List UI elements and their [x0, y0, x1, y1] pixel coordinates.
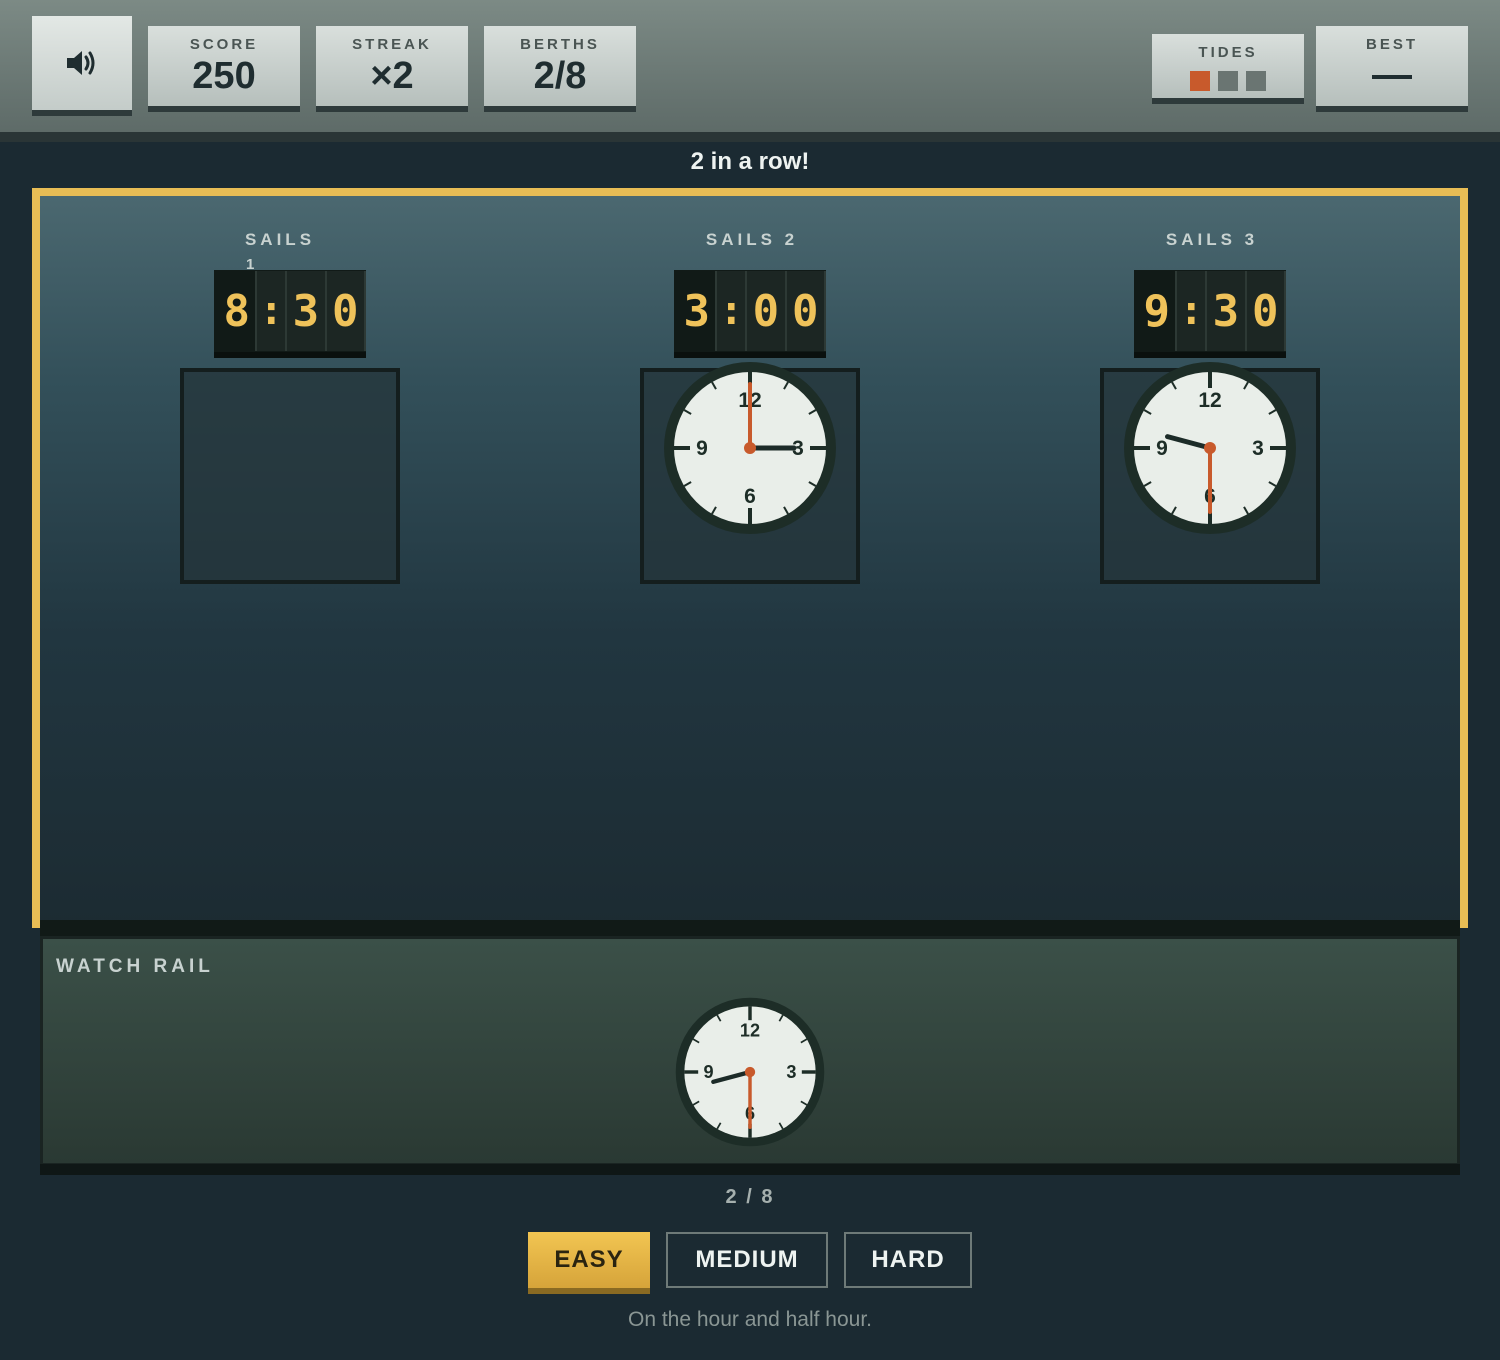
draggable-clock[interactable]: 12369 — [674, 996, 826, 1148]
speaker-icon — [67, 51, 95, 75]
time-digit: 9 — [1138, 271, 1178, 351]
clock-numeral: 3 — [1252, 437, 1264, 460]
time-digit: 3 — [678, 271, 718, 351]
berths-label: BERTHS — [520, 36, 600, 53]
berth-slot-1[interactable] — [180, 368, 400, 584]
berths-panel: BERTHS 2/8 — [484, 26, 636, 112]
clock-numeral: 9 — [696, 437, 708, 460]
difficulty-hint: On the hour and half hour. — [627, 1308, 872, 1331]
time-digit: 8 — [218, 271, 258, 351]
berth-number: 2 — [784, 230, 795, 249]
docked-clock-2[interactable]: 12369 — [662, 360, 838, 536]
clock-numeral: 9 — [703, 1062, 713, 1082]
score-panel: SCORE 250 — [148, 26, 300, 112]
clock-numeral: 3 — [786, 1062, 796, 1082]
berths-value: 2/8 — [533, 55, 587, 97]
harbor-floor — [40, 920, 1460, 936]
time-digit: 0 — [1246, 271, 1287, 351]
berth-title-text: SAILS — [244, 230, 316, 249]
time-colon: : — [717, 271, 748, 351]
clock-numeral: 12 — [740, 1021, 760, 1041]
berth-time-display-3: 9 : 3 0 — [1134, 270, 1287, 358]
watch-rail-floor — [40, 1164, 1460, 1175]
docked-clock-3[interactable]: 12369 — [1122, 360, 1298, 536]
tide-marker-used — [1190, 71, 1210, 91]
best-label: BEST — [1365, 36, 1418, 53]
berth-title-2: SAILS 2 — [650, 230, 850, 250]
time-digit: 0 — [786, 271, 827, 351]
score-value: 250 — [192, 55, 256, 97]
berth-title-1: SAILS — [180, 230, 380, 250]
difficulty-hard-button[interactable]: HARD — [844, 1232, 972, 1288]
time-digit: 0 — [747, 271, 787, 351]
time-digit: 0 — [326, 271, 367, 351]
progress-counter: 2 / 8 — [725, 1186, 775, 1208]
clock-numeral: 6 — [744, 485, 756, 508]
clock-pivot — [744, 442, 756, 454]
time-digit: 3 — [1207, 271, 1247, 351]
berth-time-display-2: 3 : 0 0 — [674, 270, 827, 358]
difficulty-medium-button[interactable]: MEDIUM — [666, 1232, 828, 1288]
berth-title-text: SAILS — [705, 230, 776, 249]
tides-panel: TIDES — [1152, 34, 1304, 104]
time-digit: 3 — [287, 271, 327, 351]
status-message: 2 in a row! — [690, 148, 810, 175]
berth-title-3: SAILS 3 — [1110, 230, 1310, 250]
clock-numeral: 9 — [1156, 437, 1168, 460]
tide-marker-empty — [1218, 71, 1238, 91]
time-colon: : — [1177, 271, 1208, 351]
streak-label: STREAK — [352, 36, 432, 53]
tides-label: TIDES — [1198, 44, 1258, 61]
clock-pivot — [744, 1066, 756, 1078]
sound-toggle-button[interactable] — [32, 16, 132, 116]
best-value-empty — [1372, 75, 1412, 79]
clock-numeral: 12 — [1198, 389, 1221, 412]
tides-indicator — [1152, 71, 1304, 91]
berth-number: 3 — [1244, 230, 1255, 249]
best-panel: BEST — [1316, 26, 1468, 112]
streak-panel: STREAK ×2 — [316, 26, 468, 112]
streak-value: ×2 — [370, 55, 414, 97]
berth-time-display-1: 8 : 3 0 — [214, 270, 367, 358]
difficulty-easy-button[interactable]: EASY — [528, 1232, 650, 1294]
clock-pivot — [1204, 442, 1216, 454]
time-colon: : — [257, 271, 288, 351]
tide-marker-empty — [1246, 71, 1266, 91]
score-label: SCORE — [189, 36, 259, 53]
watch-rail-title: WATCH RAIL — [56, 956, 214, 977]
berth-title-text: SAILS — [1165, 230, 1236, 249]
